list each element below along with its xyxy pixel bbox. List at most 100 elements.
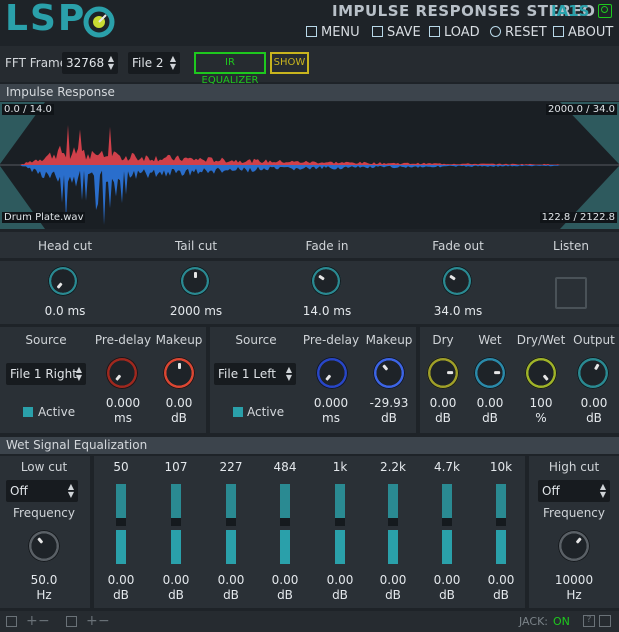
low-cut-select[interactable]: Off ▲ ▼ [6, 480, 78, 502]
predelay-right-knob[interactable] [316, 357, 348, 389]
knob-pointer [193, 272, 197, 278]
active-right-label: Active [247, 405, 285, 419]
makeup-left-knob[interactable] [163, 357, 195, 389]
help-icon[interactable]: ? [583, 615, 595, 627]
active-left-checkbox[interactable] [23, 407, 33, 417]
low-freq-value: 50.0 [30, 573, 58, 587]
eq-band-value: 0.00 [487, 573, 515, 587]
font-decrease-icon[interactable]: − [98, 613, 110, 629]
slider-fill-bottom [116, 530, 126, 564]
slider-fill-bottom [388, 530, 398, 564]
output-knob[interactable] [577, 357, 609, 389]
high-freq-unit: Hz [566, 588, 582, 602]
slider-handle[interactable] [442, 518, 452, 526]
wet-label: Wet [478, 333, 502, 347]
ir-bottom-right-label: 122.8 / 2122.8 [539, 212, 617, 223]
cut-fade-divider [0, 258, 619, 261]
font-icon[interactable] [66, 616, 77, 627]
high-cut-select[interactable]: Off ▲ ▼ [538, 480, 610, 502]
source-left-select[interactable]: File 1 Right ▲ ▼ [6, 363, 86, 385]
spin-arrows-icon: ▲ ▼ [599, 482, 606, 499]
dry-wet-unit: % [535, 411, 547, 425]
eq-band-slider[interactable] [496, 484, 506, 564]
spin-arrows-icon: ▲ ▼ [285, 365, 292, 382]
slider-handle[interactable] [335, 518, 345, 526]
save-button[interactable]: SAVE [372, 25, 421, 40]
slider-fill-bottom [226, 530, 236, 564]
makeup-right-label: Makeup [365, 333, 413, 347]
high-freq-value: 10000 [554, 573, 594, 587]
fade-out-label: Fade out [432, 239, 484, 253]
dry-wet-knob[interactable] [525, 357, 557, 389]
eq-band-slider[interactable] [226, 484, 236, 564]
high-freq-knob[interactable] [558, 530, 590, 562]
low-freq-knob[interactable] [28, 530, 60, 562]
predelay-left-unit: ms [114, 411, 132, 425]
power-button[interactable] [598, 4, 612, 18]
eq-band-slider[interactable] [335, 484, 345, 564]
eq-band-slider[interactable] [280, 484, 290, 564]
logo-text: LSP [5, 0, 87, 39]
source-left-value: File 1 Right [10, 367, 77, 381]
file-select[interactable]: File 2 ▲ ▼ [128, 52, 180, 74]
slider-handle[interactable] [226, 518, 236, 526]
tail-cut-knob[interactable] [180, 266, 210, 296]
show-button[interactable]: SHOW [270, 52, 309, 74]
output-label: Output [573, 333, 615, 347]
eq-band-unit: dB [168, 588, 184, 602]
eq-band-unit: dB [385, 588, 401, 602]
slider-fill-top [388, 484, 398, 518]
eq-band-value: 0.00 [271, 573, 299, 587]
save-label: SAVE [387, 25, 421, 40]
ir-graph-svg [0, 102, 619, 229]
eq-band-slider[interactable] [116, 484, 126, 564]
eq-band-freq: 10k [489, 460, 513, 474]
spin-arrows-icon: ▲ ▼ [169, 54, 176, 71]
slider-fill-bottom [280, 530, 290, 564]
listen-button[interactable] [555, 277, 587, 309]
about-button[interactable]: ABOUT [553, 25, 613, 40]
window-icon[interactable] [6, 616, 17, 627]
slider-handle[interactable] [388, 518, 398, 526]
font-increase-icon[interactable]: + [86, 613, 98, 629]
slider-handle[interactable] [280, 518, 290, 526]
high-cut-value: Off [542, 484, 560, 498]
ir-graph[interactable]: 0.0 / 14.0 2000.0 / 34.0 Drum Plate.wav … [0, 102, 619, 229]
predelay-right-value: 0.000 [313, 396, 349, 410]
zoom-out-icon[interactable]: − [38, 613, 50, 629]
wet-knob[interactable] [474, 357, 506, 389]
output-value: 0.00 [580, 396, 608, 410]
dry-knob[interactable] [427, 357, 459, 389]
low-cut-label: Low cut [20, 460, 68, 474]
fft-frame-label: FFT Frame [5, 56, 68, 70]
eq-band-unit: dB [493, 588, 509, 602]
fft-frame-select[interactable]: 32768 ▲ ▼ [62, 52, 118, 74]
head-cut-knob[interactable] [48, 266, 78, 296]
makeup-right-knob[interactable] [373, 357, 405, 389]
slider-fill-bottom [442, 530, 452, 564]
slider-handle[interactable] [496, 518, 506, 526]
slider-handle[interactable] [116, 518, 126, 526]
eq-band-slider[interactable] [388, 484, 398, 564]
spin-arrows-icon: ▲ ▼ [67, 482, 74, 499]
predelay-left-knob[interactable] [106, 357, 138, 389]
menu-button[interactable]: MENU [306, 25, 360, 40]
eq-band-slider[interactable] [171, 484, 181, 564]
zoom-in-icon[interactable]: + [26, 613, 38, 629]
predelay-right-unit: ms [322, 411, 340, 425]
slider-handle[interactable] [171, 518, 181, 526]
fade-out-knob[interactable] [442, 266, 472, 296]
impulse-response-header: Impulse Response [0, 84, 619, 101]
resize-icon[interactable] [599, 615, 611, 627]
load-button[interactable]: LOAD [429, 25, 480, 40]
eq-band-freq: 484 [273, 460, 297, 474]
fade-in-label: Fade in [305, 239, 349, 253]
active-right-checkbox[interactable] [233, 407, 243, 417]
reset-button[interactable]: RESET [490, 25, 547, 40]
ir-equalizer-button[interactable]: IR EQUALIZER [194, 52, 266, 86]
fade-in-knob[interactable] [311, 266, 341, 296]
save-icon [372, 26, 383, 37]
source-right-select[interactable]: File 1 Left ▲ ▼ [214, 363, 296, 385]
eq-band-slider[interactable] [442, 484, 452, 564]
file-value: File 2 [132, 56, 164, 70]
